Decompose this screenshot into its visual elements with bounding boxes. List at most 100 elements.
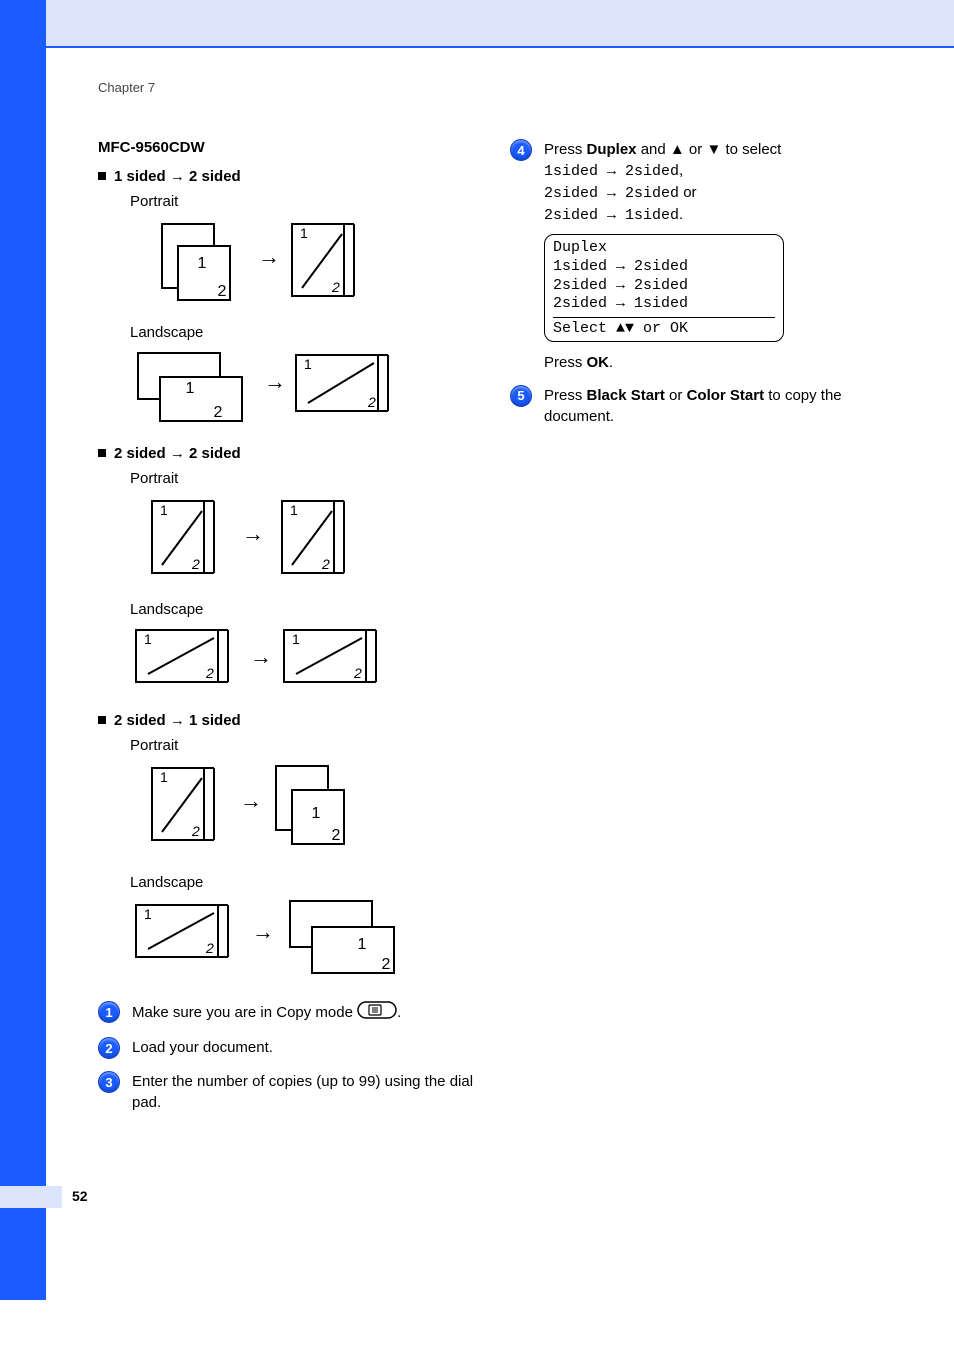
bullet-icon [98,716,106,724]
s4-b: and [637,141,670,158]
mode2-from: 2 sided [114,445,166,462]
mode-3-heading: 2 sided → 1 sided [98,712,474,729]
svg-text:2: 2 [214,404,223,421]
svg-text:→: → [264,369,286,394]
mode-1-heading: 1 sided → 2 sided [98,168,474,185]
chapter-label: Chapter 7 [98,80,886,95]
s5-d: Color Start [687,387,765,404]
svg-text:2: 2 [382,956,391,973]
right-column: 4 Press Duplex and ▲ or ▼ to select 1sid… [510,139,886,1119]
s5-a: Press [544,387,587,404]
step-badge-3: 3 [98,1071,120,1093]
diagram-2s1s-landscape: 1 2 → 1 2 [132,897,474,987]
landscape-label: Landscape [130,874,474,891]
svg-text:2: 2 [331,279,340,295]
page-number-band [0,1186,62,1208]
diagram-2s1s-portrait: 1 2 → 1 2 [132,760,474,860]
svg-text:1: 1 [300,225,308,241]
svg-text:1: 1 [304,356,312,372]
svg-text:1: 1 [198,255,207,272]
step3-text: Enter the number of copies (up to 99) us… [132,1071,474,1113]
step-badge-2: 2 [98,1037,120,1059]
svg-text:1: 1 [312,805,321,822]
svg-text:1: 1 [144,631,152,647]
s4-mid: or [685,141,707,158]
s4-comma: , [679,162,683,179]
svg-text:2: 2 [218,283,227,300]
diagram-2s2s-landscape: 1 2 → 1 2 [132,624,474,698]
s5-c: or [665,387,687,404]
svg-text:2: 2 [332,827,341,844]
svg-text:→: → [252,919,274,944]
s4-duplex: Duplex [587,141,637,158]
s4-a: Press [544,141,587,158]
portrait-label: Portrait [130,470,474,487]
arrow-icon: → [170,712,185,729]
s4-pressok-c: . [609,354,613,371]
s4-opt1: 1sided → 2sided [544,163,679,180]
svg-text:→: → [242,521,264,546]
svg-text:1: 1 [144,906,152,922]
mode2-to: 2 sided [189,445,241,462]
step1-tail: . [397,1004,401,1021]
bullet-icon [98,449,106,457]
step-1: 1 Make sure you are in Copy mode . [98,1001,474,1025]
mode1-to: 2 sided [189,168,241,185]
lcd-select: Select ▲▼ or OK [553,317,775,339]
s4-period: . [679,206,683,223]
diagram-1s2s-portrait: 1 2 → 1 2 [132,216,474,310]
down-arrow-icon: ▼ [706,141,721,158]
step-2: 2 Load your document. [98,1037,474,1059]
arrow-icon: → [170,168,185,185]
svg-text:1: 1 [160,502,168,518]
svg-text:1: 1 [186,380,195,397]
s4-opt3: 2sided → 1sided [544,207,679,224]
page-number: 52 [72,1188,88,1204]
svg-text:→: → [258,244,280,269]
step-badge-5: 5 [510,385,532,407]
lcd-line2: 2sided → 2sided [553,277,775,296]
lcd-display: Duplex 1sided → 2sided 2sided → 2sided 2… [544,234,784,342]
svg-text:→: → [240,788,262,813]
svg-text:2: 2 [191,556,200,572]
s4-opt2: 2sided → 2sided [544,185,679,202]
lcd-line1: 1sided → 2sided [553,258,775,277]
svg-text:1: 1 [292,631,300,647]
svg-text:→: → [250,644,272,669]
portrait-label: Portrait [130,193,474,210]
s5-b: Black Start [587,387,665,404]
step-badge-4: 4 [510,139,532,161]
landscape-label: Landscape [130,324,474,341]
step2-text: Load your document. [132,1037,474,1058]
lcd-title: Duplex [553,239,775,258]
s4-c: to select [721,141,781,158]
mode3-to: 1 sided [189,712,241,729]
copy-mode-icon [357,1001,397,1025]
svg-text:2: 2 [353,665,362,681]
step-4: 4 Press Duplex and ▲ or ▼ to select 1sid… [510,139,886,373]
svg-text:2: 2 [367,394,376,410]
svg-text:2: 2 [205,665,214,681]
left-column: MFC-9560CDW 1 sided → 2 sided Portrait 1 [98,139,474,1119]
landscape-label: Landscape [130,601,474,618]
step-3: 3 Enter the number of copies (up to 99) … [98,1071,474,1113]
step-badge-1: 1 [98,1001,120,1023]
diagram-1s2s-landscape: 1 2 → 1 2 [132,347,474,431]
model-name: MFC-9560CDW [98,139,474,156]
s4-or: or [679,184,697,201]
s4-pressok-b: OK [587,354,610,371]
portrait-label: Portrait [130,737,474,754]
step1-text: Make sure you are in Copy mode [132,1004,357,1021]
bullet-icon [98,172,106,180]
s4-pressok-a: Press [544,354,587,371]
svg-text:2: 2 [191,823,200,839]
mode1-from: 1 sided [114,168,166,185]
diagram-2s2s-portrait: 1 2 → 1 2 [132,493,474,587]
svg-text:1: 1 [160,769,168,785]
lcd-line3: 2sided → 1sided [553,295,775,314]
svg-text:1: 1 [290,502,298,518]
up-arrow-icon: ▲ [670,141,685,158]
svg-text:2: 2 [321,556,330,572]
arrow-icon: → [170,445,185,462]
page: Chapter 7 MFC-9560CDW 1 sided → 2 sided … [0,0,954,1300]
